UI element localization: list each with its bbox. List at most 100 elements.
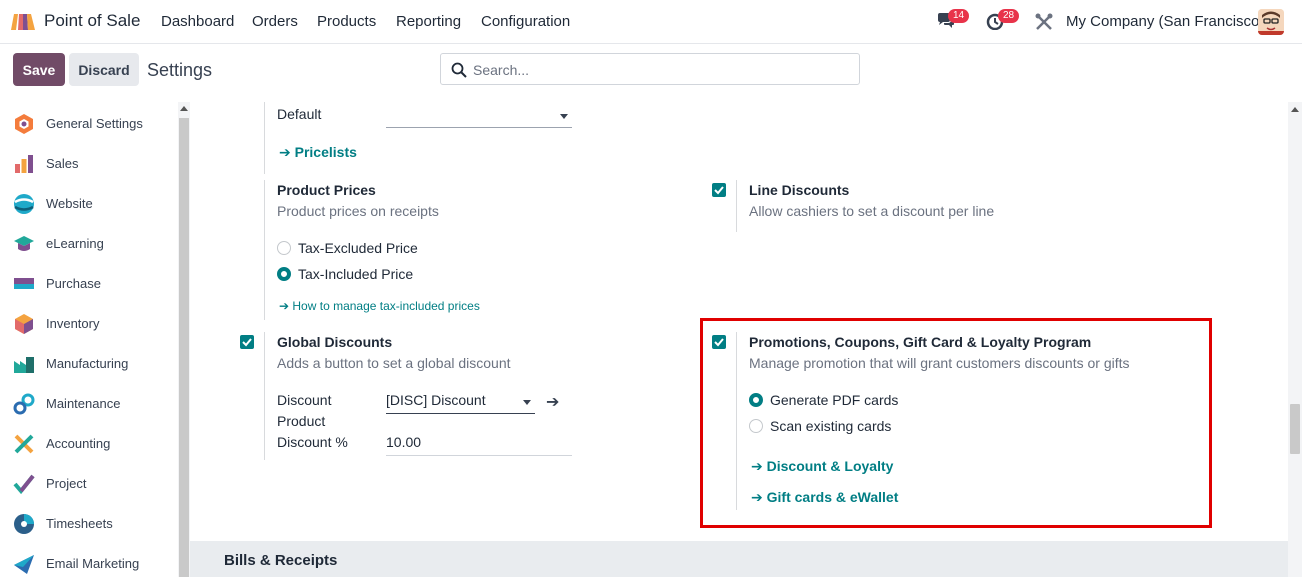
radio-tax-excluded-label[interactable]: Tax-Excluded Price bbox=[298, 240, 418, 256]
default-pricelist-select[interactable] bbox=[386, 104, 572, 128]
sidebar-item-label: Timesheets bbox=[46, 516, 113, 531]
checkmark-icon bbox=[242, 338, 252, 347]
search-input[interactable] bbox=[473, 60, 853, 80]
line-discounts-desc: Allow cashiers to set a discount per lin… bbox=[749, 203, 995, 219]
sidebar-item-label: Inventory bbox=[46, 316, 100, 331]
global-discounts-checkbox[interactable] bbox=[240, 335, 254, 349]
manufacturing-icon bbox=[14, 357, 34, 373]
sidebar-item-timesheets[interactable]: Timesheets bbox=[0, 503, 178, 543]
sidebar-scroll-thumb[interactable] bbox=[179, 118, 189, 577]
sidebar-item-label: Website bbox=[46, 196, 93, 211]
discount-product-select[interactable]: [DISC] Discount bbox=[386, 390, 535, 414]
website-icon bbox=[14, 194, 34, 214]
discount-percent-value: 10.00 bbox=[386, 434, 422, 450]
sidebar-item-maintenance[interactable]: Maintenance bbox=[0, 383, 178, 423]
discount-percent-input[interactable]: 10.00 bbox=[386, 432, 572, 456]
top-navbar: Point of Sale Dashboard Orders Products … bbox=[0, 0, 1302, 44]
menu-orders[interactable]: Orders bbox=[252, 13, 298, 30]
settings-sidebar: General Settings Sales Website eLearning… bbox=[0, 102, 178, 577]
company-switcher[interactable]: My Company (San Francisco) bbox=[1066, 13, 1264, 30]
app-name[interactable]: Point of Sale bbox=[44, 11, 140, 31]
sidebar-item-label: Sales bbox=[46, 156, 79, 171]
global-discounts-desc: Adds a button to set a global discount bbox=[277, 355, 511, 371]
sidebar-item-project[interactable]: Project bbox=[0, 463, 178, 503]
search-box bbox=[440, 53, 860, 85]
messages-button[interactable]: 14 bbox=[936, 9, 970, 32]
sidebar-item-accounting[interactable]: Accounting bbox=[0, 423, 178, 463]
sales-icon bbox=[15, 155, 33, 173]
pos-app-icon[interactable] bbox=[10, 12, 36, 32]
sidebar-scrollbar[interactable] bbox=[178, 102, 190, 577]
section-title: Bills & Receipts bbox=[224, 552, 338, 569]
save-button[interactable]: Save bbox=[13, 53, 65, 86]
main-scroll-thumb[interactable] bbox=[1290, 404, 1300, 454]
sidebar-item-label: General Settings bbox=[46, 116, 143, 131]
user-avatar[interactable] bbox=[1258, 9, 1284, 35]
sidebar-item-label: Purchase bbox=[46, 276, 101, 291]
search-icon bbox=[451, 62, 467, 78]
page-title: Settings bbox=[147, 60, 213, 80]
project-icon bbox=[13, 474, 35, 495]
line-discounts-checkbox[interactable] bbox=[712, 183, 726, 197]
internal-link-arrow-icon[interactable]: ➔ bbox=[546, 392, 559, 412]
divider bbox=[264, 102, 265, 174]
radio-tax-included-label[interactable]: Tax-Included Price bbox=[298, 266, 413, 282]
sidebar-item-inventory[interactable]: Inventory bbox=[0, 303, 178, 343]
default-pricelist-label: Default bbox=[277, 106, 322, 122]
accounting-icon bbox=[14, 434, 34, 454]
sidebar-item-sales[interactable]: Sales bbox=[0, 143, 178, 183]
scroll-up-arrow-icon[interactable] bbox=[180, 106, 188, 111]
sidebar-item-label: eLearning bbox=[46, 236, 104, 251]
divider bbox=[264, 332, 265, 460]
menu-dashboard[interactable]: Dashboard bbox=[161, 13, 234, 30]
sidebar-item-email-marketing[interactable]: Email Marketing bbox=[0, 543, 178, 577]
line-discounts-title: Line Discounts bbox=[749, 182, 850, 198]
sidebar-item-purchase[interactable]: Purchase bbox=[0, 263, 178, 303]
menu-reporting[interactable]: Reporting bbox=[396, 13, 461, 30]
sidebar-item-label: Manufacturing bbox=[46, 356, 129, 371]
checkmark-icon bbox=[714, 186, 724, 195]
sidebar-item-general-settings[interactable]: General Settings bbox=[0, 103, 178, 143]
radio-tax-included[interactable] bbox=[277, 267, 291, 281]
pricelists-link[interactable]: ➔ Pricelists bbox=[279, 144, 357, 161]
product-prices-title: Product Prices bbox=[277, 182, 376, 198]
discount-product-value: [DISC] Discount bbox=[386, 392, 486, 408]
settings-content: Default ➔ Pricelists Product Prices Prod… bbox=[190, 102, 1288, 577]
scroll-up-arrow-icon[interactable] bbox=[1291, 107, 1299, 112]
sidebar-item-elearning[interactable]: eLearning bbox=[0, 223, 178, 263]
activities-badge: 28 bbox=[998, 9, 1020, 23]
maintenance-icon bbox=[13, 393, 35, 415]
section-header: Bills & Receipts bbox=[190, 541, 1288, 577]
sidebar-item-label: Email Marketing bbox=[46, 556, 140, 571]
chevron-down-icon bbox=[560, 114, 568, 119]
product-prices-desc: Product prices on receipts bbox=[277, 203, 439, 219]
pricelists-link-text: Pricelists bbox=[294, 144, 357, 160]
radio-tax-excluded[interactable] bbox=[277, 241, 291, 255]
menu-products[interactable]: Products bbox=[317, 13, 376, 30]
discount-percent-label: Discount % bbox=[277, 434, 348, 450]
tax-included-help-link-text: How to manage tax-included prices bbox=[292, 299, 480, 313]
email-marketing-icon bbox=[14, 555, 34, 574]
main-scrollbar[interactable] bbox=[1288, 102, 1302, 577]
discount-product-label-line1: Discount bbox=[277, 392, 332, 408]
user-avatar-icon bbox=[1258, 9, 1284, 35]
timesheets-icon bbox=[14, 514, 34, 534]
sidebar-item-label: Maintenance bbox=[46, 396, 121, 411]
global-discounts-title: Global Discounts bbox=[277, 334, 393, 350]
purchase-icon bbox=[14, 278, 34, 289]
discount-product-label-line2: Product bbox=[277, 413, 326, 429]
highlight-annotation-box bbox=[700, 318, 1212, 528]
sidebar-item-label: Accounting bbox=[46, 436, 111, 451]
discard-button[interactable]: Discard bbox=[69, 53, 139, 86]
divider bbox=[736, 180, 737, 232]
menu-configuration[interactable]: Configuration bbox=[481, 13, 570, 30]
sidebar-item-label: Project bbox=[46, 476, 87, 491]
inventory-icon bbox=[15, 314, 33, 334]
divider bbox=[264, 180, 265, 320]
tools-icon[interactable] bbox=[1034, 12, 1054, 32]
tax-included-help-link[interactable]: ➔ How to manage tax-included prices bbox=[279, 299, 480, 313]
sidebar-item-website[interactable]: Website bbox=[0, 183, 178, 223]
sidebar-item-manufacturing[interactable]: Manufacturing bbox=[0, 343, 178, 383]
elearning-icon bbox=[14, 236, 34, 251]
activities-button[interactable]: 28 bbox=[986, 9, 1020, 32]
